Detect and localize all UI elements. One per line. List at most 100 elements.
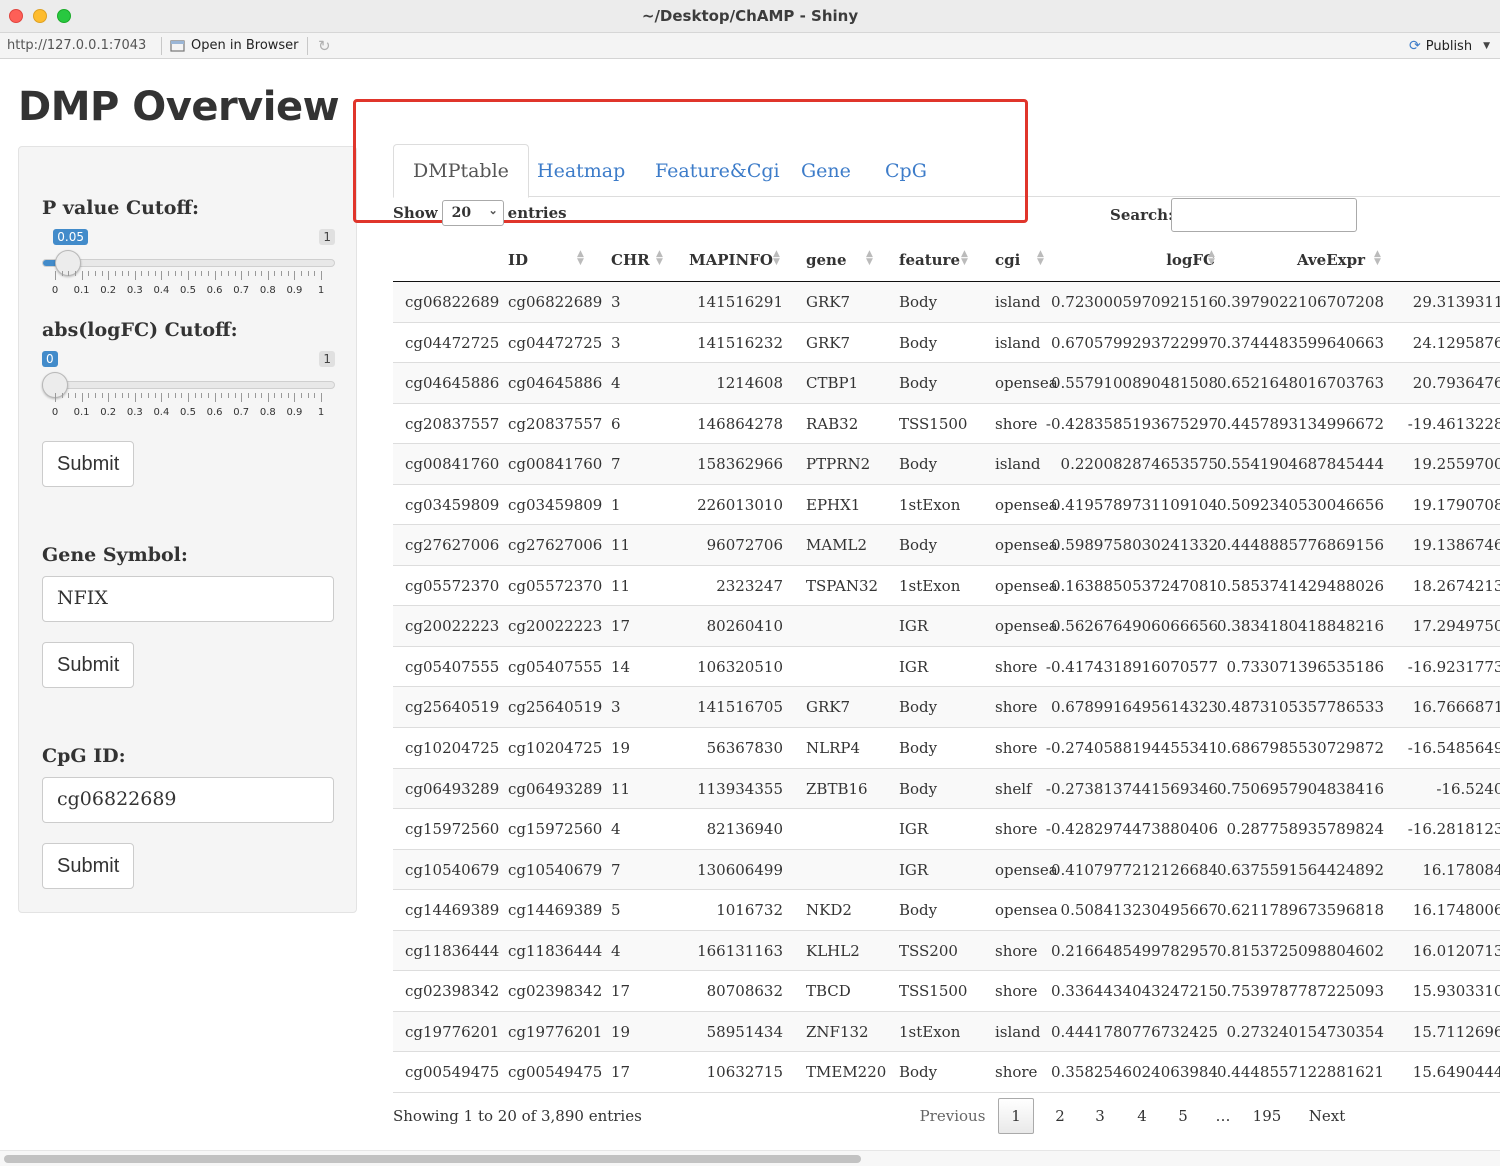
slider-tick bbox=[254, 271, 256, 276]
slider-tick bbox=[81, 271, 83, 280]
table-cell: 3 bbox=[611, 333, 621, 352]
table-row[interactable]: cg06493289 cg06493289 11 113934355 ZBTB16 Bod… bbox=[393, 768, 1500, 810]
table-cell: 0.3744483599640663 bbox=[1216, 333, 1384, 352]
refresh-icon[interactable]: ↻ bbox=[318, 37, 331, 55]
pvalue-slider[interactable]: 0.05 1 0 0.1 0.2 0.3 0.4 0.5 0.6 0.7 0.8 0.9 1 bbox=[42, 229, 335, 299]
page-button[interactable]: 2 bbox=[1042, 1098, 1078, 1134]
table-cell: 80260410 bbox=[706, 617, 783, 636]
search-input[interactable] bbox=[1171, 198, 1357, 232]
logfc-slider-max: 1 bbox=[319, 351, 335, 367]
slider-tick bbox=[114, 393, 116, 398]
page-button[interactable]: 195 bbox=[1245, 1098, 1289, 1134]
publish-dropdown-icon[interactable]: ▼ bbox=[1483, 41, 1490, 51]
table-row[interactable]: cg04472725 cg04472725 3 141516232 GRK7 Body is… bbox=[393, 323, 1500, 364]
table-row[interactable]: cg15972560 cg15972560 4 82136940 IGR shore -0.… bbox=[393, 809, 1500, 850]
gene-symbol-input[interactable]: NFIX bbox=[42, 576, 334, 622]
page-button[interactable]: 5 bbox=[1165, 1098, 1201, 1134]
horizontal-scrollbar[interactable] bbox=[0, 1150, 1500, 1166]
table-row[interactable]: cg05407555 cg05407555 14 106320510 IGR shore -… bbox=[393, 647, 1500, 688]
table-row[interactable]: cg00549475 cg00549475 17 10632715 TMEM220 Bod… bbox=[393, 1052, 1500, 1093]
page-button[interactable]: 1 bbox=[998, 1098, 1034, 1134]
entries-select-value: 20 bbox=[451, 205, 472, 221]
tab-gene[interactable]: Gene bbox=[782, 144, 870, 197]
table-row[interactable]: cg02398342 cg02398342 17 80708632 TBCD TSS150… bbox=[393, 971, 1500, 1012]
table-row[interactable]: cg14469389 cg14469389 5 1016732 NKD2 Body open… bbox=[393, 890, 1500, 931]
logfc-slider-track[interactable] bbox=[42, 381, 335, 389]
tab-feature-cgi[interactable]: Feature&Cgi bbox=[636, 144, 799, 197]
sort-icon[interactable]: ▲ ▼ bbox=[1208, 250, 1215, 267]
table-cell: 141516232 bbox=[697, 333, 783, 352]
slider-tick bbox=[307, 271, 309, 276]
slider-tick-label: 0.6 bbox=[206, 285, 223, 296]
sort-icon[interactable]: ▲ ▼ bbox=[961, 250, 968, 267]
table-row[interactable]: cg05572370 cg05572370 11 2323247 TSPAN32 1stE… bbox=[393, 566, 1500, 607]
page-button[interactable]: 3 bbox=[1082, 1098, 1118, 1134]
table-cell: cg00841760 bbox=[405, 455, 500, 474]
column-header[interactable]: cgi bbox=[995, 251, 1020, 269]
slider-tick bbox=[108, 393, 110, 402]
sort-icon[interactable]: ▲ ▼ bbox=[1374, 250, 1381, 267]
table-cell: 2323247 bbox=[716, 576, 783, 595]
slider-tick-label: 0.1 bbox=[73, 285, 90, 296]
slider-tick bbox=[281, 393, 283, 398]
tab-cpg[interactable]: CpG bbox=[866, 144, 946, 197]
horizontal-scrollbar-thumb[interactable] bbox=[4, 1155, 861, 1163]
table-row[interactable]: cg27627006 cg27627006 11 96072706 MAML2 Body o… bbox=[393, 525, 1500, 566]
column-header[interactable]: AveExpr bbox=[1297, 251, 1365, 269]
sidebar-panel: P value Cutoff: 0.05 1 0 0.1 0.2 0.3 0.4 0.5 0… bbox=[18, 146, 357, 913]
entries-select[interactable]: 20 ⌄ bbox=[441, 200, 504, 226]
slider-tick-label: 1 bbox=[317, 407, 325, 418]
table-row[interactable]: cg19776201 cg19776201 19 58951434 ZNF132 1stE… bbox=[393, 1011, 1500, 1053]
table-cell: cg06822689 bbox=[405, 293, 500, 311]
slider-tick bbox=[261, 271, 263, 276]
column-header[interactable]: gene bbox=[806, 251, 846, 269]
sort-icon[interactable]: ▲ ▼ bbox=[866, 250, 873, 267]
previous-page-button[interactable]: Previous bbox=[915, 1098, 990, 1134]
slider-tick bbox=[221, 271, 223, 276]
cpg-id-input[interactable]: cg06822689 bbox=[42, 777, 334, 823]
url-text[interactable]: http://127.0.0.1:7043 bbox=[7, 38, 146, 53]
column-header[interactable]: CHR bbox=[611, 251, 650, 269]
open-in-browser-button[interactable]: Open in Browser bbox=[170, 38, 299, 53]
table-row[interactable]: cg20022223 cg20022223 17 80260410 IGR opensea… bbox=[393, 606, 1500, 647]
table-row[interactable]: cg03459809 cg03459809 1 226013010 EPHX1 1stEx… bbox=[393, 485, 1500, 526]
toolbar-divider bbox=[161, 37, 162, 55]
table-cell: Body bbox=[899, 1063, 938, 1082]
publish-button[interactable]: ⟳ Publish ▼ bbox=[1409, 38, 1490, 54]
column-header[interactable]: ID bbox=[508, 251, 528, 269]
column-header[interactable]: MAPINFO bbox=[689, 251, 773, 269]
table-row[interactable]: cg06822689 cg06822689 3 141516291 GRK7 Body is… bbox=[393, 282, 1500, 323]
page-button[interactable]: 4 bbox=[1124, 1098, 1160, 1134]
table-row[interactable]: cg25640519 cg25640519 3 141516705 GRK7 Body sh… bbox=[393, 687, 1500, 729]
table-row[interactable]: cg11836444 cg11836444 4 166131163 KLHL2 TSS20… bbox=[393, 930, 1500, 972]
table-row[interactable]: cg10204725 cg10204725 19 56367830 NLRP4 Body s… bbox=[393, 728, 1500, 769]
table-cell: ZBTB16 bbox=[806, 779, 868, 798]
next-page-button[interactable]: Next bbox=[1302, 1098, 1352, 1134]
slider-tick-label: 0.8 bbox=[259, 407, 276, 418]
table-cell: cg10540679 bbox=[508, 860, 603, 879]
logfc-slider[interactable]: 0 1 0 0.1 0.2 0.3 0.4 0.5 0.6 0.7 0.8 0.9 1 bbox=[42, 351, 335, 421]
slider-tick bbox=[254, 393, 256, 398]
table-row[interactable]: cg04645886 cg04645886 4 1214608 CTBP1 Body ope… bbox=[393, 363, 1500, 404]
tab-dmptable[interactable]: DMPtable bbox=[393, 144, 529, 198]
table-cell: 0.5989758030241332 bbox=[1050, 536, 1218, 555]
sort-icon[interactable]: ▲ ▼ bbox=[656, 250, 663, 267]
sort-icon[interactable]: ▲ ▼ bbox=[577, 250, 584, 267]
sort-icon[interactable]: ▲ ▼ bbox=[773, 250, 780, 267]
column-header[interactable]: feature bbox=[899, 251, 960, 269]
table-cell: GRK7 bbox=[806, 698, 851, 717]
cpg-submit-button[interactable]: Submit bbox=[42, 843, 135, 889]
pvalue-slider-track[interactable] bbox=[42, 259, 335, 267]
table-cell: 0.2166485499782957 bbox=[1050, 941, 1218, 960]
table-row[interactable]: cg00841760 cg00841760 7 158362966 PTPRN2 Body… bbox=[393, 444, 1500, 485]
table-row[interactable]: cg10540679 cg10540679 7 130606499 IGR opensea… bbox=[393, 849, 1500, 891]
slider-tick bbox=[81, 393, 83, 402]
table-info: Showing 1 to 20 of 3,890 entries bbox=[393, 1107, 642, 1125]
table-row[interactable]: cg20837557 cg20837557 6 146864278 RAB32 TSS15… bbox=[393, 404, 1500, 445]
table-cell: 226013010 bbox=[697, 495, 783, 514]
sort-icon[interactable]: ▲ ▼ bbox=[1037, 250, 1044, 267]
tab-heatmap[interactable]: Heatmap bbox=[518, 144, 644, 197]
cutoff-submit-button[interactable]: Submit bbox=[42, 441, 135, 487]
slider-tick bbox=[188, 271, 189, 280]
gene-submit-button[interactable]: Submit bbox=[42, 642, 135, 688]
